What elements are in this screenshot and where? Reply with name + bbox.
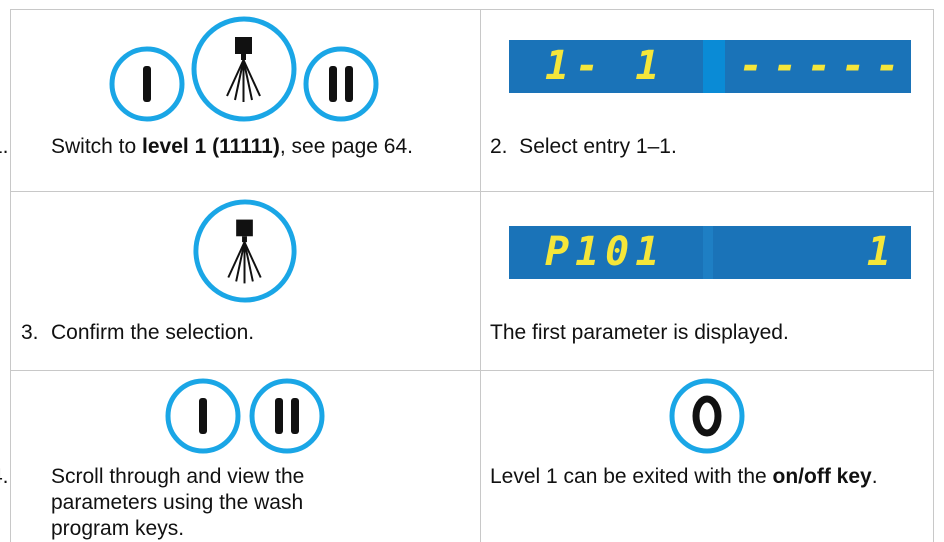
- display-separator: [703, 226, 713, 279]
- display-right-readout: 1: [866, 229, 897, 275]
- key-ii-icon[interactable]: [301, 44, 381, 124]
- key-ii-icon[interactable]: [247, 376, 327, 456]
- instruction-table: 1.Switch to level 1 (11111), see page 64…: [0, 0, 944, 542]
- row2-right-cell: P101 1 The first parameter is displayed.: [481, 192, 933, 370]
- step-number: 4.: [0, 465, 9, 488]
- row3-left-cell: 4.Scroll through and view the parameters…: [0, 371, 480, 542]
- table-border-right: [933, 9, 934, 542]
- row1-left-cell: 1.Switch to level 1 (11111), see page 64…: [0, 10, 480, 191]
- row3-right-cell: Level 1 can be exited with the on/off ke…: [481, 371, 933, 542]
- display-separator: [703, 40, 725, 93]
- key-i-icon[interactable]: [163, 376, 243, 456]
- parameter-displayed-text: The first parameter is displayed.: [490, 321, 789, 344]
- display-panel: 1- 1 -----: [509, 40, 911, 93]
- step-4-text: 4.Scroll through and view the parameters…: [0, 465, 305, 540]
- display-panel: P101 1: [509, 226, 911, 279]
- spray-nozzle-icon[interactable]: [191, 197, 299, 305]
- key-i-icon[interactable]: [107, 44, 187, 124]
- level-1-emphasis: level 1 (11111): [142, 135, 280, 158]
- step-2-text: 2. Select entry 1–1.: [490, 135, 677, 158]
- display-right-readout: -----: [739, 43, 910, 89]
- step-1-text: 1.Switch to level 1 (11111), see page 64…: [0, 135, 413, 158]
- step-number: 1.: [0, 135, 9, 158]
- key-0-icon[interactable]: [667, 376, 747, 456]
- row1-right-cell: 1- 1 ----- 2. Select entry 1–1.: [481, 10, 933, 191]
- exit-level-text: Level 1 can be exited with the on/off ke…: [490, 465, 878, 488]
- row2-left-cell: 3. Confirm the selection.: [11, 192, 480, 370]
- spray-nozzle-icon[interactable]: [189, 14, 299, 124]
- step-number: 3.: [21, 321, 39, 344]
- step-3-text: 3. Confirm the selection.: [21, 321, 255, 344]
- on-off-key-emphasis: on/off key: [772, 465, 872, 488]
- display-left-readout: 1- 1: [545, 43, 666, 89]
- display-left-readout: P101: [545, 229, 666, 275]
